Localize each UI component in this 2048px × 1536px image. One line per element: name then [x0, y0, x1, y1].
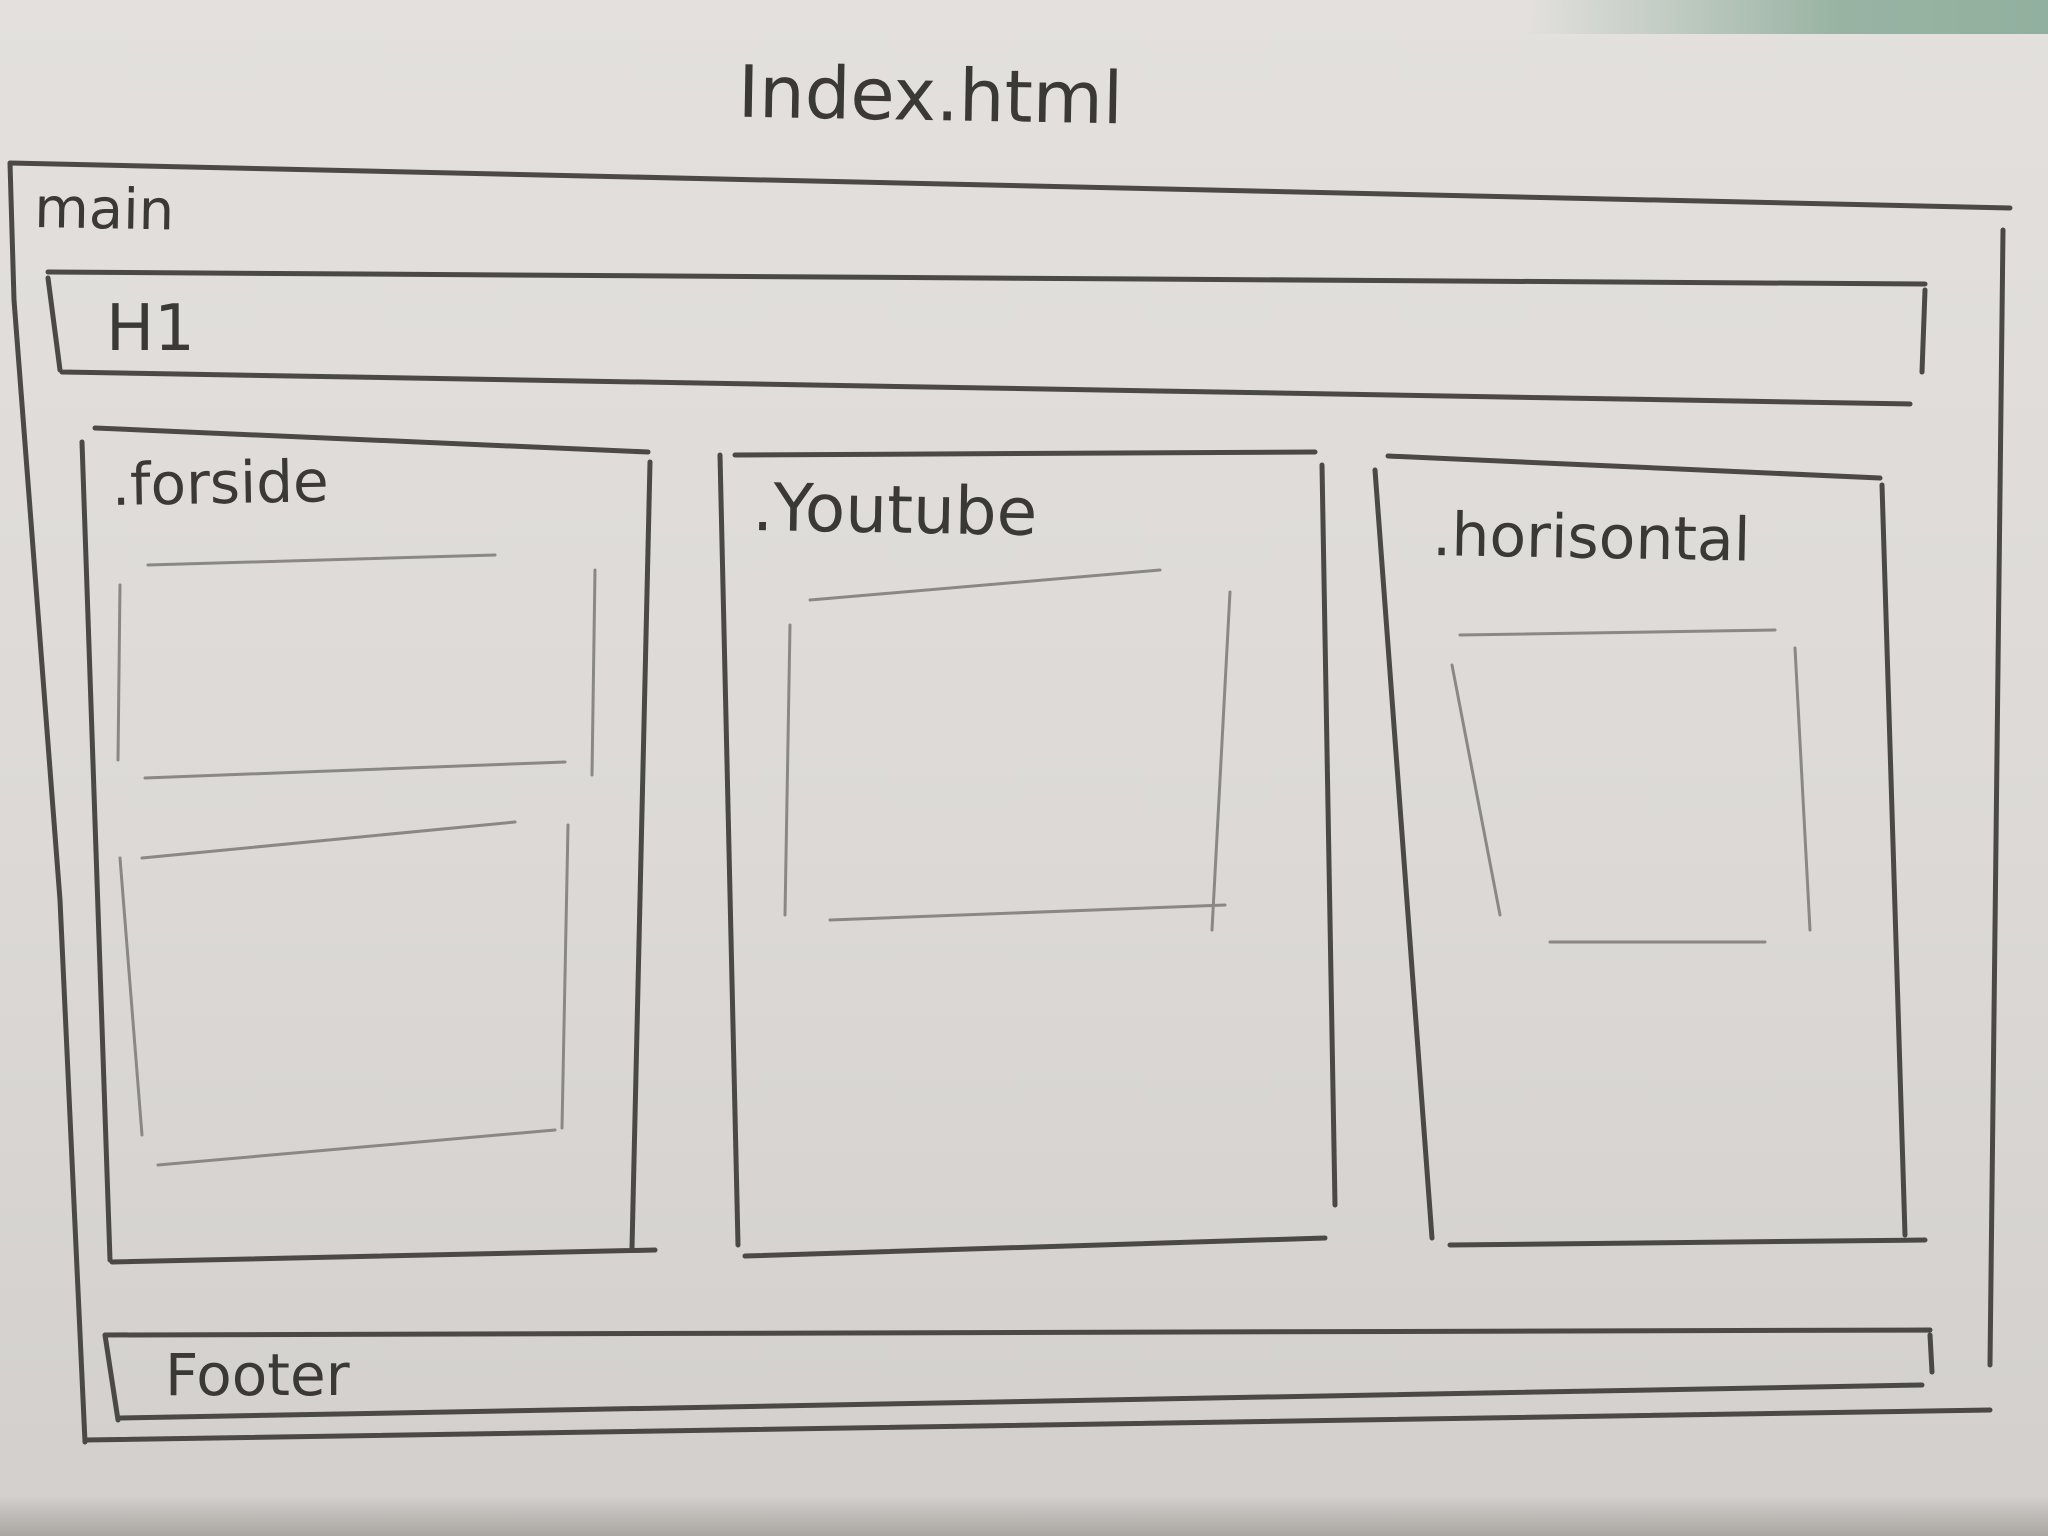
forside-content-box-2	[118, 820, 570, 1167]
page-title: Index.html	[737, 50, 1124, 141]
column-youtube-label: .Youtube	[752, 469, 1038, 551]
forside-content-box-1	[116, 553, 597, 780]
column-horisontal-box	[1372, 453, 1928, 1248]
header-label: H1	[106, 292, 195, 366]
wireframe-sketch: Index.html main H1 .forside .Youtube .ho…	[7, 50, 2013, 1445]
column-horisontal-label: .horisontal	[1432, 500, 1751, 576]
header-box	[45, 269, 1928, 407]
footer-label: Footer	[165, 1341, 350, 1409]
footer-box	[102, 1327, 1935, 1423]
column-forside-label: .forside	[111, 447, 329, 519]
main-label: main	[34, 176, 175, 243]
youtube-content-box	[783, 568, 1232, 932]
column-youtube-box	[717, 449, 1338, 1259]
horisontal-content-box	[1450, 628, 1812, 944]
